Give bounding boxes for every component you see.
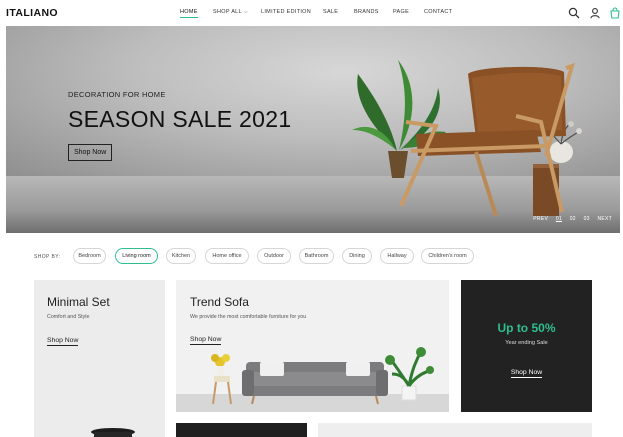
chevron-down-icon: ⌵ bbox=[243, 9, 248, 15]
chip-home-office[interactable]: Home office bbox=[205, 248, 249, 264]
hero-subtitle: DECORATION FOR HOME bbox=[68, 90, 166, 99]
promo-discount: Up to 50% bbox=[497, 321, 556, 335]
card-minimal-subtitle: Comfort and Style bbox=[47, 314, 90, 320]
search-icon[interactable] bbox=[568, 6, 580, 19]
pager-page-01[interactable]: 01 bbox=[556, 216, 562, 222]
cart-icon[interactable] bbox=[609, 6, 621, 19]
chip-kitchen[interactable]: Kitchen bbox=[166, 248, 196, 264]
active-nav-indicator bbox=[180, 17, 198, 18]
plant-illustration bbox=[352, 60, 446, 178]
main-nav: HOME SHOP ALL ⌵ LIMITED EDITION SALE BRAN… bbox=[0, 9, 623, 23]
chip-bathroom[interactable]: Bathroom bbox=[299, 248, 334, 264]
shop-by-label: SHOP BY: bbox=[34, 254, 61, 260]
user-icon[interactable] bbox=[589, 6, 601, 19]
chip-dining[interactable]: Dining bbox=[342, 248, 372, 264]
nav-item-shop-all-label: SHOP ALL bbox=[213, 9, 242, 15]
hero-title: SEASON SALE 2021 bbox=[68, 106, 292, 132]
card-minimal-set[interactable]: Minimal Set Comfort and Style Shop Now bbox=[34, 280, 165, 437]
chip-living-room[interactable]: Living room bbox=[115, 248, 158, 264]
pager-page-03[interactable]: 03 bbox=[584, 216, 590, 222]
round-table-illustration bbox=[91, 428, 135, 437]
nav-item-home-label: HOME bbox=[180, 9, 198, 15]
nav-item-sale[interactable]: SALE bbox=[323, 9, 338, 15]
card-minimal-shop-now-link[interactable]: Shop Now bbox=[47, 337, 79, 346]
nav-item-home[interactable]: HOME bbox=[180, 9, 198, 18]
card-promo-sale[interactable]: Up to 50% Year ending Sale Shop Now bbox=[461, 280, 592, 412]
card-bottom-light[interactable] bbox=[318, 423, 592, 437]
chip-hallway[interactable]: Hallway bbox=[380, 248, 414, 264]
hero-pager: PREV 01 02 03 NEXT bbox=[527, 216, 612, 222]
promo-link-wrap: Shop Now bbox=[461, 361, 592, 379]
pager-next[interactable]: NEXT bbox=[597, 216, 612, 222]
card-bottom-dark[interactable] bbox=[176, 423, 307, 437]
shop-by-filter: SHOP BY: Bedroom Living room Kitchen Hom… bbox=[34, 248, 494, 266]
nav-item-page[interactable]: PAGE bbox=[393, 9, 409, 15]
hero-banner: DECORATION FOR HOME SEASON SALE 2021 Sho… bbox=[6, 26, 620, 233]
nav-item-shop-all[interactable]: SHOP ALL ⌵ bbox=[213, 9, 248, 15]
sofa-scene-illustration bbox=[176, 347, 449, 412]
site-header: ITALIANO HOME SHOP ALL ⌵ LIMITED EDITION … bbox=[0, 0, 623, 26]
nav-item-contact[interactable]: CONTACT bbox=[424, 9, 452, 15]
hero-shop-now-button[interactable]: Shop Now bbox=[68, 144, 113, 161]
chip-outdoor[interactable]: Outdoor bbox=[257, 248, 291, 264]
promo-subtitle: Year ending Sale bbox=[505, 340, 548, 346]
chip-bedroom[interactable]: Bedroom bbox=[73, 248, 106, 264]
card-trend-sofa[interactable]: Trend Sofa We provide the most comfortab… bbox=[176, 280, 449, 412]
pager-prev[interactable]: PREV bbox=[533, 216, 548, 222]
nav-item-brands[interactable]: BRANDS bbox=[354, 9, 379, 15]
card-minimal-title: Minimal Set bbox=[47, 295, 110, 309]
chip-childrens-room[interactable]: Children's room bbox=[421, 248, 474, 264]
nav-item-limited-edition[interactable]: LIMITED EDITION bbox=[261, 9, 311, 15]
promo-shop-now-link[interactable]: Shop Now bbox=[510, 369, 543, 378]
pager-page-02[interactable]: 02 bbox=[570, 216, 576, 222]
